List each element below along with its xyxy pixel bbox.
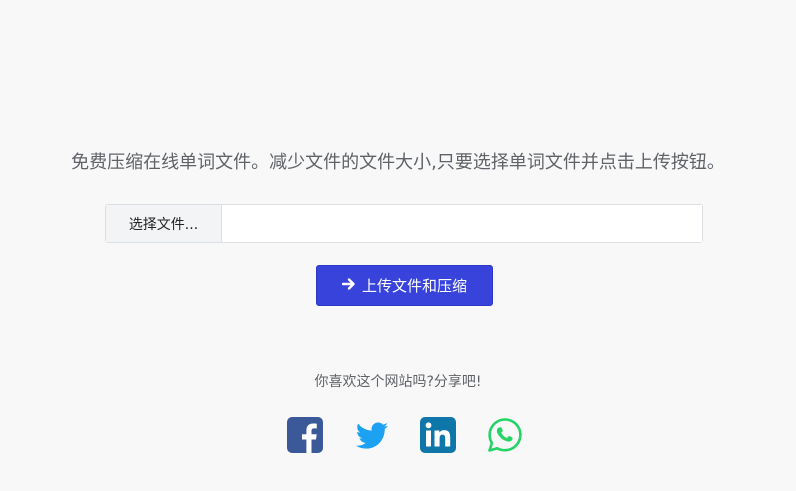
- page-description: 免费压缩在线单词文件。减少文件的文件大小,只要选择单词文件并点击上传按钮。: [71, 152, 725, 173]
- facebook-icon: [287, 417, 323, 453]
- upload-compress-button[interactable]: 上传文件和压缩: [316, 265, 493, 306]
- arrow-right-icon: [341, 277, 356, 295]
- twitter-share-button[interactable]: [354, 417, 390, 453]
- upload-button-label: 上传文件和压缩: [361, 277, 467, 295]
- linkedin-icon: [420, 417, 456, 453]
- whatsapp-share-button[interactable]: [487, 417, 523, 453]
- file-path-field[interactable]: [222, 205, 702, 242]
- page: 免费压缩在线单词文件。减少文件的文件大小,只要选择单词文件并点击上传按钮。 选择…: [0, 0, 796, 491]
- whatsapp-icon: [487, 417, 523, 453]
- linkedin-share-button[interactable]: [420, 417, 456, 453]
- share-prompt: 你喜欢这个网站吗?分享吧!: [314, 374, 482, 390]
- choose-file-button[interactable]: 选择文件...: [106, 205, 222, 242]
- social-share-bar: [287, 417, 527, 453]
- file-picker: 选择文件...: [105, 204, 703, 243]
- facebook-share-button[interactable]: [287, 417, 323, 453]
- twitter-icon: [354, 417, 390, 453]
